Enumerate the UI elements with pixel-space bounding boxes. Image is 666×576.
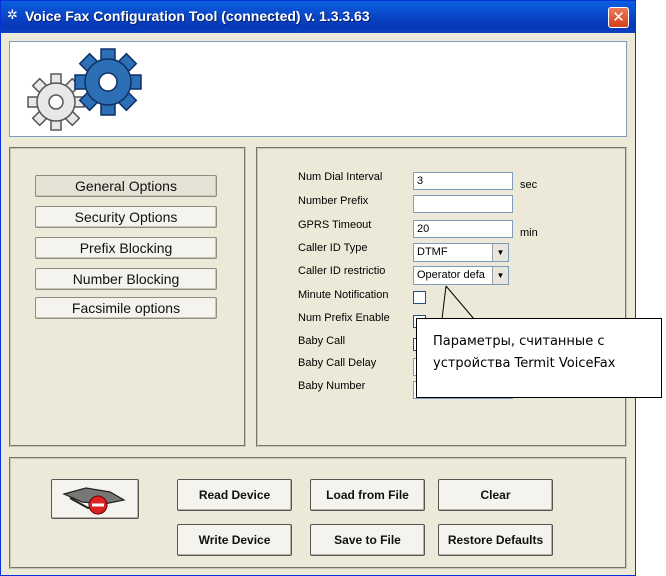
save-to-file-button[interactable]: Save to File <box>310 524 425 556</box>
chevron-down-icon[interactable]: ▼ <box>492 244 508 261</box>
num-dial-interval-input[interactable]: 3 <box>413 172 513 190</box>
window-title: Voice Fax Configuration Tool (connected)… <box>25 8 370 24</box>
callout-line-2: устройства Termit VoiceFax <box>433 356 616 371</box>
restore-defaults-button[interactable]: Restore Defaults <box>438 524 553 556</box>
callout-note: Параметры, считанные с устройства Termit… <box>416 318 662 398</box>
gprs-timeout-label: GPRS Timeout <box>298 219 372 231</box>
baby-number-label: Baby Number <box>298 380 366 392</box>
logo-banner <box>9 41 627 137</box>
number-blocking-button[interactable]: Number Blocking <box>35 268 217 290</box>
number-prefix-input[interactable] <box>413 195 513 213</box>
caller-id-type-value: DTMF <box>417 246 448 258</box>
load-from-file-button[interactable]: Load from File <box>310 479 425 511</box>
general-options-button[interactable]: General Options <box>35 175 217 197</box>
baby-call-label: Baby Call <box>298 335 346 347</box>
caller-id-type-select[interactable]: DTMF ▼ <box>413 243 509 262</box>
caller-id-type-label: Caller ID Type <box>298 242 368 254</box>
caller-id-restriction-value: Operator defa <box>417 269 485 281</box>
clear-button[interactable]: Clear <box>438 479 553 511</box>
general-options-panel: Num Dial Interval 3 sec Number Prefix GP… <box>256 147 627 447</box>
callout-line-1: Параметры, считанные с <box>433 334 605 349</box>
title-bar[interactable]: ✲ Voice Fax Configuration Tool (connecte… <box>1 1 635 33</box>
chevron-down-icon[interactable]: ▼ <box>492 267 508 284</box>
num-dial-interval-unit: sec <box>520 179 538 191</box>
disconnect-button[interactable] <box>51 479 139 519</box>
num-dial-interval-label: Num Dial Interval <box>298 171 383 183</box>
minute-notification-checkbox[interactable] <box>413 291 426 304</box>
app-window: ✲ Voice Fax Configuration Tool (connecte… <box>0 0 636 576</box>
close-button[interactable]: ✕ <box>608 7 629 28</box>
baby-call-delay-label: Baby Call Delay <box>298 357 377 369</box>
options-panel: General Options Security Options Prefix … <box>9 147 246 447</box>
facsimile-options-button[interactable]: Facsimile options <box>35 297 217 319</box>
disconnect-icon <box>62 487 126 515</box>
gprs-timeout-input[interactable]: 20 <box>413 220 513 238</box>
gears-logo <box>27 48 142 131</box>
gprs-timeout-unit: min <box>520 227 538 239</box>
num-prefix-enable-label: Num Prefix Enable <box>298 312 390 324</box>
gear-icon: ✲ <box>7 8 18 23</box>
prefix-blocking-button[interactable]: Prefix Blocking <box>35 237 217 259</box>
minute-notification-label: Minute Notification <box>298 289 389 301</box>
read-device-button[interactable]: Read Device <box>177 479 292 511</box>
security-options-button[interactable]: Security Options <box>35 206 217 228</box>
caller-id-restriction-label: Caller ID restrictio <box>298 265 386 277</box>
caller-id-restriction-select[interactable]: Operator defa ▼ <box>413 266 509 285</box>
number-prefix-label: Number Prefix <box>298 195 369 207</box>
write-device-button[interactable]: Write Device <box>177 524 292 556</box>
